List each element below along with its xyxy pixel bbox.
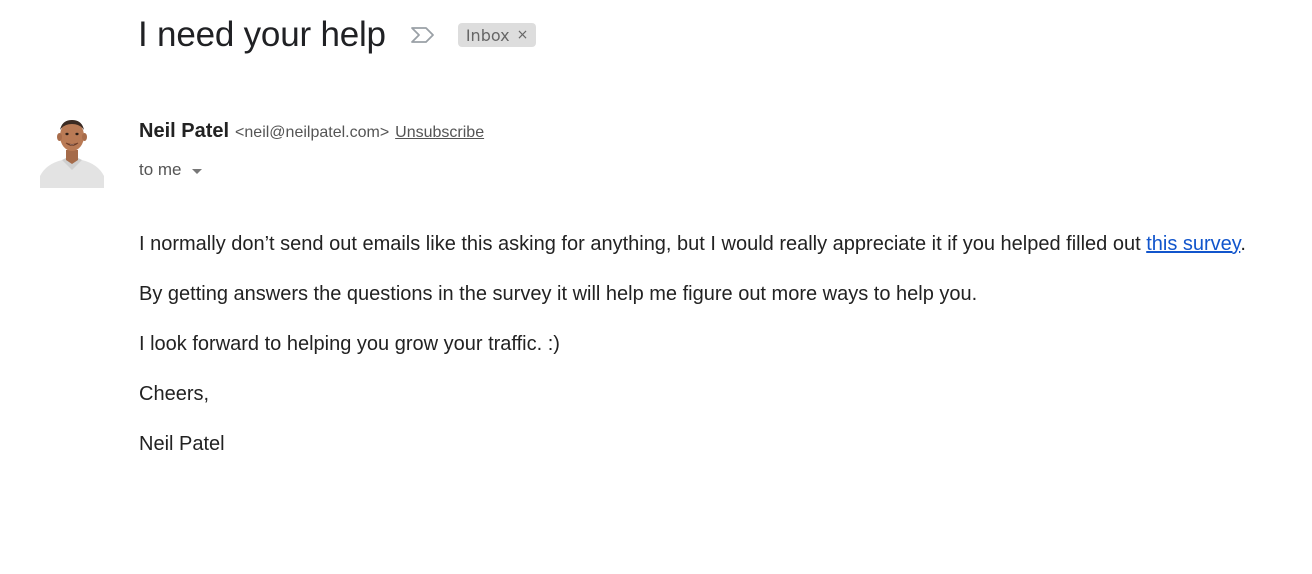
importance-marker-icon[interactable]: [408, 25, 438, 45]
body-paragraph: I normally don’t send out emails like th…: [139, 228, 1299, 260]
signature: Neil Patel: [139, 433, 225, 455]
email-body: I normally don’t send out emails like th…: [139, 228, 1299, 478]
remove-label-button[interactable]: ×: [517, 27, 529, 43]
chevron-down-icon[interactable]: [191, 168, 202, 174]
email-header: I need your help Inbox ×: [138, 10, 537, 60]
recipient-text: to me: [139, 160, 182, 179]
body-text: I normally don’t send out emails like th…: [139, 233, 1147, 255]
body-paragraph: By getting answers the questions in the …: [139, 283, 978, 305]
sender-photo: [40, 112, 104, 188]
closing-line: Cheers,: [139, 383, 210, 405]
unsubscribe-link[interactable]: Unsubscribe: [395, 124, 484, 142]
survey-link[interactable]: this survey: [1146, 233, 1240, 255]
label-chip-text: Inbox: [465, 25, 510, 45]
recipient-details-toggle[interactable]: to me: [139, 158, 202, 182]
sender-name[interactable]: Neil Patel: [139, 120, 229, 143]
body-paragraph: I look forward to helping you grow your …: [139, 333, 560, 355]
sender-line: Neil Patel <neil@neilpatel.com> Unsubscr…: [139, 120, 484, 144]
label-chip-inbox: Inbox ×: [457, 23, 537, 47]
avatar[interactable]: [40, 112, 104, 188]
body-text: .: [1240, 233, 1246, 255]
email-subject: I need your help: [138, 15, 386, 54]
sender-email: <neil@neilpatel.com>: [235, 124, 390, 141]
